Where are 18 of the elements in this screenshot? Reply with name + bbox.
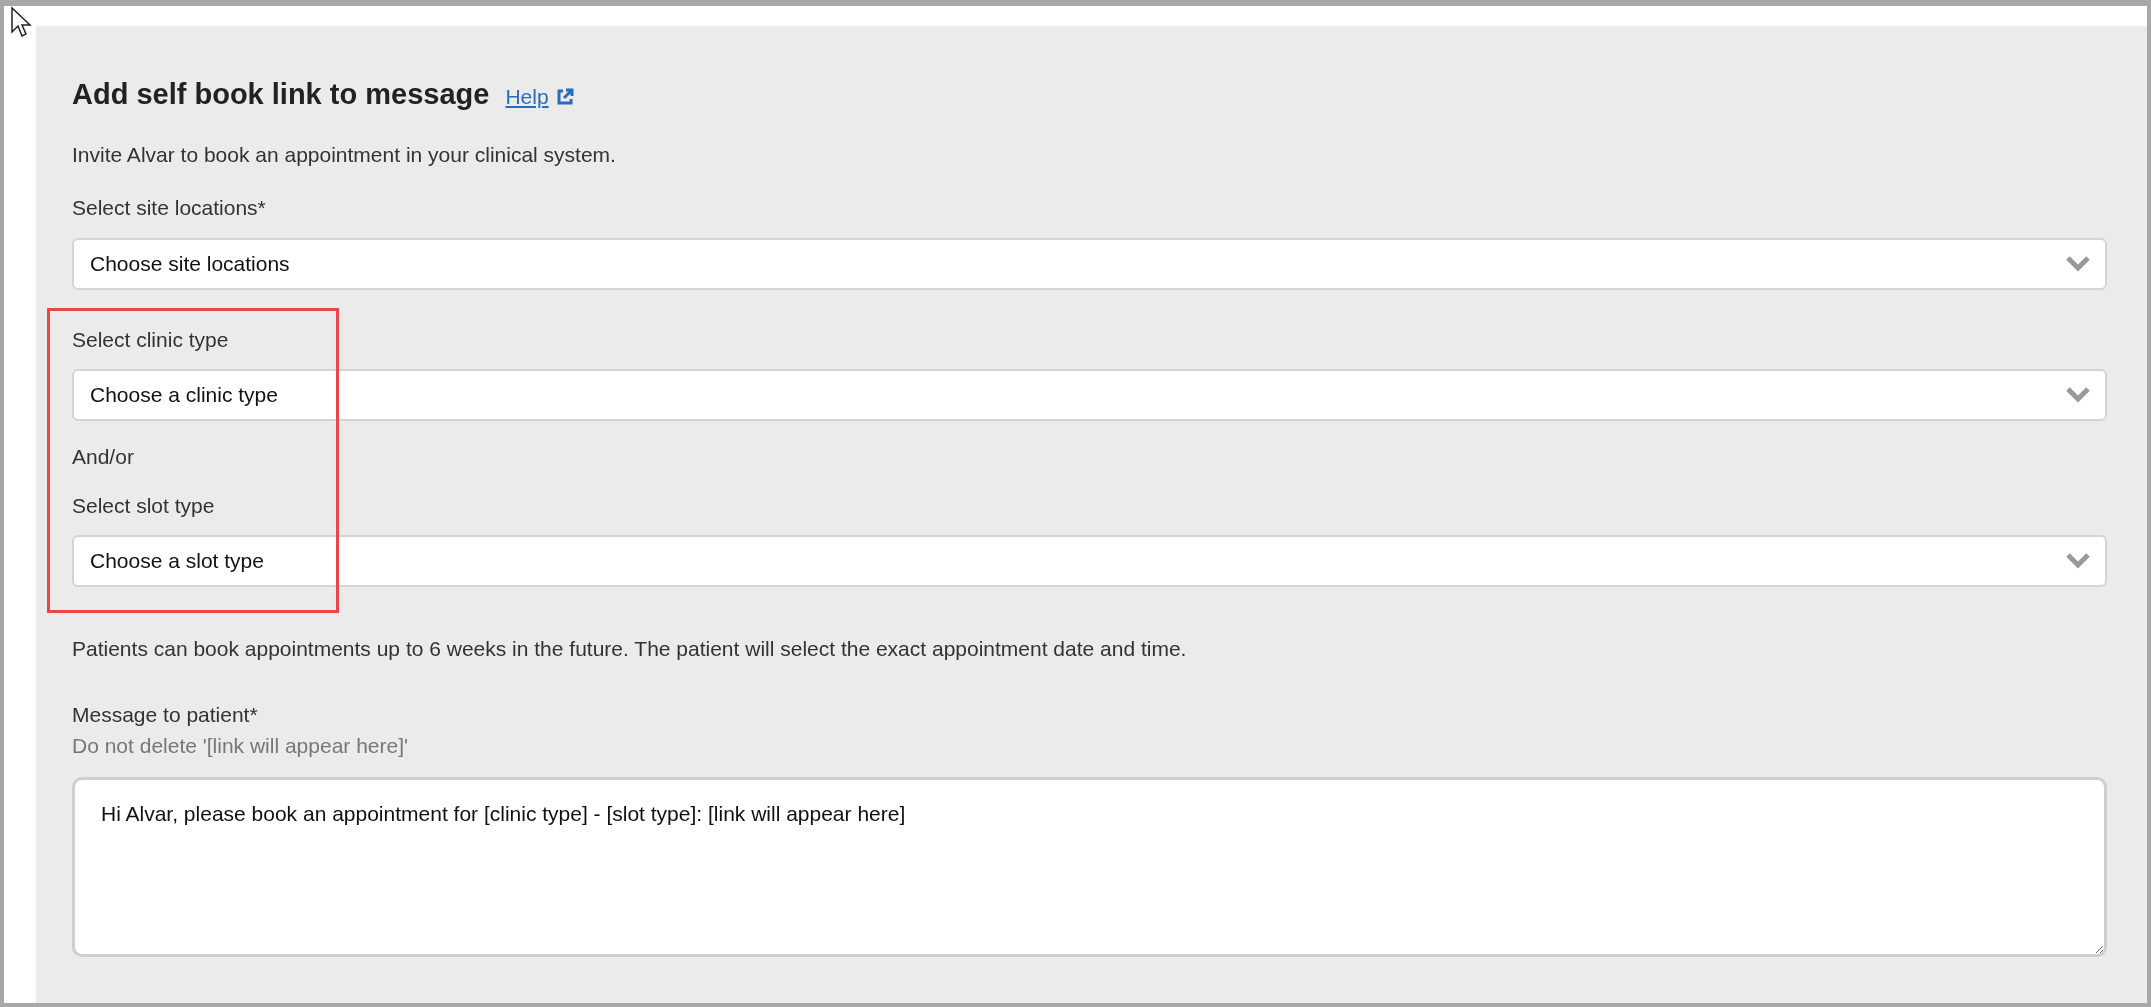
- message-textarea[interactable]: Hi Alvar, please book an appointment for [clinic type] - [slot type]: [link will appear here]: [72, 777, 2107, 958]
- dropdown-select[interactable]: Choose a slot type: [72, 535, 2107, 588]
- message-hint: Do not delete '[link will appear here]': [72, 733, 410, 760]
- field-label: Select clinic type: [72, 326, 230, 353]
- panel-title: Add self book link to message: [72, 78, 490, 111]
- field-label: Select slot type: [72, 493, 216, 520]
- chevron-down-icon: [2065, 552, 2091, 571]
- dropdown-select[interactable]: Choose a clinic type: [72, 368, 2107, 421]
- booking-note: Patients can book appointments up to 6 weeks in the future. The patient will select the exact appointment date and time.: [72, 636, 1188, 663]
- intro-text: Invite Alvar to book an appointment in your clinical system.: [72, 142, 617, 168]
- help-link[interactable]: Help: [505, 85, 575, 109]
- and-or-text: And/or: [72, 443, 135, 470]
- chevron-down-icon: [2065, 254, 2091, 273]
- field-label: Select site locations*: [72, 195, 267, 222]
- mouse-pointer-icon: [10, 6, 32, 38]
- message-label: Message to patient*: [72, 701, 259, 728]
- chevron-down-icon: [2065, 385, 2091, 404]
- dropdown-select[interactable]: Choose site locations: [72, 237, 2107, 290]
